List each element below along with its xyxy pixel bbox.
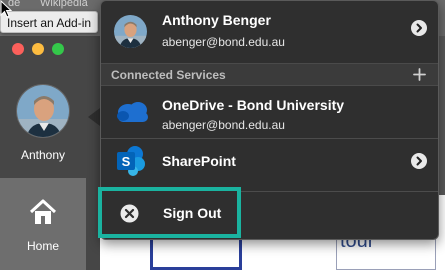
sign-out-button[interactable]: Sign Out — [98, 187, 241, 238]
avatar — [114, 15, 147, 48]
section-title: Connected Services — [111, 68, 226, 82]
onedrive-icon — [117, 102, 148, 122]
sidebar-user-name: Anthony — [20, 148, 66, 162]
minimize-window-button[interactable] — [32, 43, 44, 55]
sharepoint-icon: S — [117, 146, 145, 176]
service-name: OneDrive - Bond University — [162, 97, 345, 113]
zoom-window-button[interactable] — [52, 43, 64, 55]
person-photo-icon — [17, 85, 69, 137]
chevron-right-icon — [416, 156, 422, 166]
tooltip: Insert an Add-in — [0, 11, 99, 33]
sharepoint-details-button[interactable] — [411, 153, 427, 169]
close-window-button[interactable] — [12, 43, 24, 55]
person-photo-icon — [114, 15, 147, 48]
tab-home-label: Home — [26, 239, 59, 253]
window-controls — [12, 43, 64, 55]
account-name: Anthony Benger — [162, 12, 271, 28]
plus-icon[interactable] — [412, 67, 427, 82]
home-icon — [29, 199, 57, 224]
chevron-right-icon — [416, 23, 422, 33]
account-email: abenger@bond.edu.au — [162, 35, 285, 49]
account-row[interactable]: Anthony Benger abenger@bond.edu.au — [101, 1, 438, 63]
tab-home[interactable]: Home — [0, 178, 86, 270]
mouse-cursor-icon — [0, 0, 12, 18]
service-item-sharepoint[interactable]: S SharePoint — [101, 139, 438, 183]
toolbar-text: Wikipedia — [40, 0, 88, 9]
service-name: SharePoint — [162, 153, 236, 169]
account-details-button[interactable] — [411, 20, 427, 36]
avatar[interactable] — [16, 84, 70, 138]
popover-arrow — [88, 108, 100, 126]
service-item-onedrive[interactable]: OneDrive - Bond University abenger@bond.… — [101, 87, 438, 137]
close-circle-icon — [120, 204, 139, 223]
svg-text:S: S — [122, 154, 131, 169]
sign-out-label: Sign Out — [163, 205, 222, 221]
service-account: abenger@bond.edu.au — [162, 118, 285, 132]
connected-services-header: Connected Services — [101, 63, 438, 86]
sidebar: Anthony Home — [0, 36, 100, 270]
